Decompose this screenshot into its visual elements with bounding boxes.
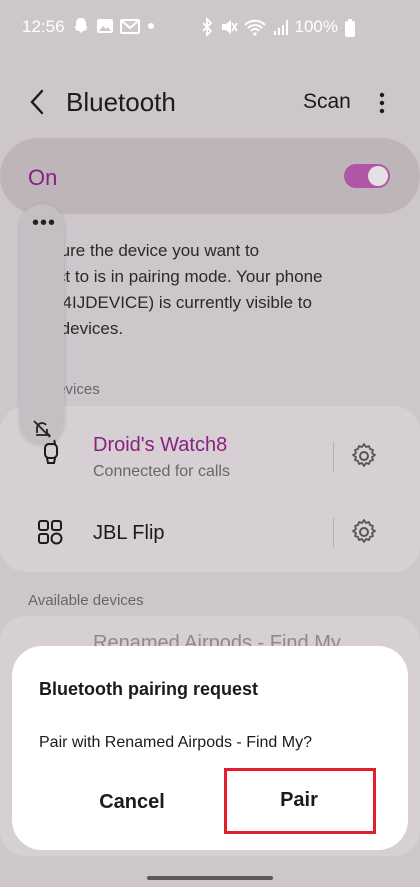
- toggle-label: On: [28, 165, 58, 190]
- signal-icon: [274, 20, 288, 35]
- paired-device-row-speaker[interactable]: JBL Flip: [0, 496, 420, 568]
- available-devices-header: Available devices: [28, 592, 144, 609]
- image-icon: [97, 19, 113, 33]
- more-vert-icon: [379, 92, 385, 114]
- row-divider: [333, 518, 334, 548]
- gear-icon[interactable]: [349, 517, 379, 547]
- info-line: e sure the device you want to nect to is…: [38, 241, 323, 338]
- gesture-nav-handle[interactable]: [147, 876, 273, 880]
- battery-percent: 100%: [294, 17, 338, 36]
- more-options-button[interactable]: [372, 90, 392, 116]
- status-bar: 12:56 100%: [0, 0, 420, 56]
- page-title: Bluetooth: [66, 87, 176, 117]
- notifications-off-icon[interactable]: [31, 418, 53, 440]
- battery-icon: [345, 19, 355, 37]
- pairing-info-text: e sure the device you want to nect to is…: [38, 238, 368, 342]
- back-button[interactable]: [24, 86, 54, 118]
- snapchat-icon: [74, 18, 88, 33]
- panel-menu-icon[interactable]: •••: [32, 213, 56, 233]
- back-arrow-icon: [30, 89, 44, 115]
- system-icons: [200, 17, 290, 37]
- device-name: JBL Flip: [93, 522, 165, 544]
- cancel-button[interactable]: Cancel: [54, 770, 210, 834]
- paired-devices-list: Droid's Watch8 Connected for calls JBL F…: [0, 406, 420, 572]
- device-status: Connected for calls: [93, 463, 230, 480]
- gmail-icon: [120, 19, 140, 34]
- dialog-title: Bluetooth pairing request: [39, 679, 259, 699]
- bluetooth-icon: [202, 17, 213, 37]
- notification-icons: [72, 16, 156, 36]
- switch-knob: [368, 166, 388, 186]
- gear-icon[interactable]: [349, 441, 379, 471]
- mute-icon: [222, 20, 238, 34]
- scan-button[interactable]: Scan: [303, 90, 351, 114]
- dialog-message: Pair with Renamed Airpods - Find My?: [39, 734, 312, 751]
- bluetooth-switch[interactable]: [344, 164, 390, 188]
- speaker-grid-icon: [38, 520, 63, 545]
- pair-highlight-box: [224, 768, 376, 834]
- bluetooth-toggle-row[interactable]: On: [0, 138, 420, 214]
- row-divider: [333, 442, 334, 472]
- floating-side-panel[interactable]: •••: [20, 204, 64, 444]
- device-name: Droid's Watch8: [93, 434, 228, 456]
- status-time: 12:56: [22, 17, 65, 36]
- wifi-icon: [244, 19, 266, 36]
- dot-icon: [148, 23, 154, 29]
